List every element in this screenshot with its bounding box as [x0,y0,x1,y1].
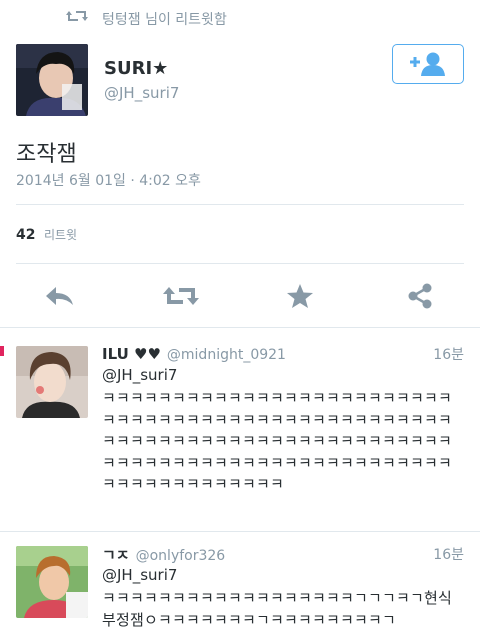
favorite-button[interactable] [284,282,316,310]
tweet-text: 조작잼 [16,142,77,167]
retweet-count-label: 리트윗 [43,228,78,242]
divider [16,263,464,264]
tweet-timestamp[interactable]: 2014년 6월 01일 · 4:02 오후 [16,170,201,190]
reply-mention[interactable]: @JH_suri7 [102,566,177,584]
reply-author-handle[interactable]: @midnight_0921 [167,347,286,363]
share-button[interactable] [404,282,436,310]
reply-author-name[interactable]: ILU ♥♥ [102,345,161,363]
retweet-icon [163,287,199,305]
author-name[interactable]: SURI★ [104,58,168,79]
reply-avatar[interactable] [16,346,88,418]
reply-author-handle[interactable]: @onlyfor326 [136,548,226,564]
reply-timestamp: 16분 [433,547,464,563]
share-icon [408,283,432,309]
star-icon [287,284,313,308]
tweet-actions [0,272,480,320]
tweet-stats[interactable]: 42 리트윗 [16,226,77,243]
reply-header: ILU ♥♥ @midnight_0921 16분 [102,344,464,364]
reply-icon [46,287,73,305]
conversation-marker [0,346,4,356]
retweet-banner: 텅텅잼 님이 리트윗함 [0,0,480,36]
divider [0,531,480,532]
tweet-author: SURI★ @JH_suri7 [16,44,464,120]
reply-button[interactable] [44,282,76,310]
reply-text: ㅋㅋㅋㅋㅋㅋㅋㅋㅋㅋㅋㅋㅋㅋㅋㅋㅋㅋㅋㅋㅋㅋㅋㅋㅋㅋㅋㅋㅋㅋㅋㅋㅋㅋㅋㅋㅋㅋㅋㅋ… [102,389,453,493]
reply-tweet[interactable]: ㄱㅈ @onlyfor326 16분 @JH_suri7 ㅋㅋㅋㅋㅋㅋㅋㅋㅋㅋㅋㅋ… [0,544,480,640]
retweet-button[interactable] [163,282,199,310]
reply-header: ㄱㅈ @onlyfor326 16분 [102,544,464,564]
divider [0,327,480,328]
reply-author-name[interactable]: ㄱㅈ [102,546,130,564]
reply-avatar[interactable] [16,546,88,618]
reply-tweet[interactable]: ILU ♥♥ @midnight_0921 16분 @JH_suri7 ㅋㅋㅋㅋㅋ… [0,344,480,524]
reply-mention[interactable]: @JH_suri7 [102,366,177,384]
author-avatar[interactable] [16,44,88,116]
follow-button[interactable] [392,44,464,84]
retweet-count: 42 [16,227,36,243]
author-handle[interactable]: @JH_suri7 [104,84,179,102]
retweet-icon [66,8,88,24]
reply-timestamp: 16분 [433,347,464,363]
add-user-icon [410,52,445,76]
reply-text: ㅋㅋㅋㅋㅋㅋㅋㅋㅋㅋㅋㅋㅋㅋㅋㅋㅋㅋㄱㄱㄱㅋㄱ현식부정잼ㅇㅋㅋㅋㅋㅋㅋㅋㄱㅋㅋㅋ… [102,589,453,629]
retweet-banner-text[interactable]: 텅텅잼 님이 리트윗함 [102,9,227,29]
divider [16,204,464,205]
